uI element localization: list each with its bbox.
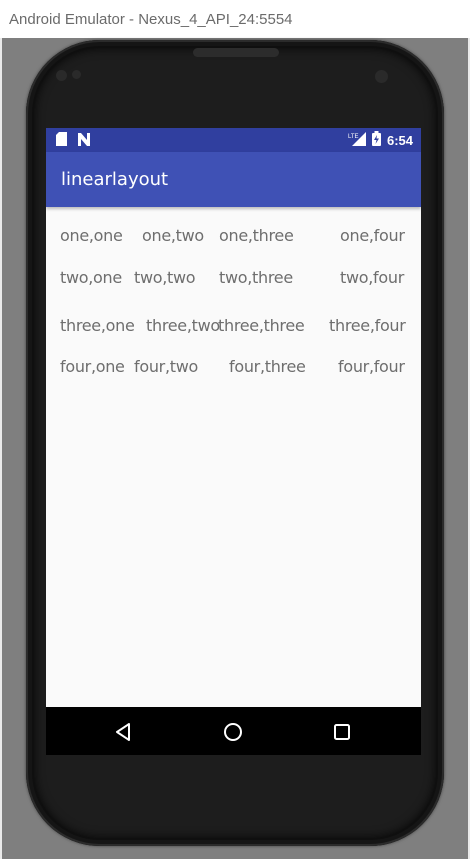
recents-icon bbox=[334, 724, 350, 740]
window-border-left bbox=[0, 38, 2, 859]
grid-cell-3-4: three,four bbox=[329, 316, 406, 335]
emulator-title-bar[interactable]: Android Emulator - Nexus_4_API_24:5554 bbox=[0, 0, 470, 38]
grid-cell-3-2: three,two bbox=[146, 316, 220, 335]
lte-label: LTE bbox=[348, 134, 359, 140]
back-icon bbox=[116, 723, 130, 741]
grid-cell-4-1: four,one bbox=[60, 357, 125, 376]
grid-cell-1-1: one,one bbox=[60, 226, 123, 245]
app-title: linearlayout bbox=[61, 169, 169, 190]
home-icon bbox=[224, 723, 242, 741]
app-bar: linearlayout bbox=[46, 152, 421, 207]
status-bar: LTE 6:54 bbox=[46, 128, 421, 152]
home-button[interactable] bbox=[220, 719, 246, 745]
grid-cell-2-4: two,four bbox=[340, 268, 404, 287]
grid-cell-2-2: two,two bbox=[134, 268, 196, 287]
front-camera-icon bbox=[56, 70, 67, 81]
grid-cell-3-1: three,one bbox=[60, 316, 135, 335]
lte-signal-icon: LTE bbox=[348, 131, 366, 150]
sd-card-icon bbox=[56, 131, 67, 150]
grid-cell-1-2: one,two bbox=[142, 226, 204, 245]
sensor-icon bbox=[72, 70, 81, 79]
battery-charging-icon bbox=[371, 130, 381, 150]
grid-cell-2-3: two,three bbox=[219, 268, 293, 287]
device-screen: LTE 6:54 linearlayout one,one one,two on… bbox=[46, 128, 421, 755]
grid-cell-1-3: one,three bbox=[219, 226, 294, 245]
grid-cell-4-2: four,two bbox=[134, 357, 198, 376]
grid-cell-3-3: three,three bbox=[218, 316, 305, 335]
grid-cell-2-1: two,one bbox=[60, 268, 122, 287]
recents-button[interactable] bbox=[329, 719, 355, 745]
grid-cell-4-4: four,four bbox=[338, 357, 405, 376]
window-title: Android Emulator - Nexus_4_API_24:5554 bbox=[9, 10, 293, 28]
grid-cell-4-3: four,three bbox=[229, 357, 306, 376]
back-button[interactable] bbox=[111, 719, 137, 745]
speaker-grille bbox=[193, 48, 279, 57]
grid-cell-1-4: one,four bbox=[340, 226, 405, 245]
proximity-sensor-icon bbox=[375, 70, 388, 83]
navigation-bar bbox=[46, 707, 421, 755]
notification-n-icon bbox=[77, 131, 91, 150]
status-time: 6:54 bbox=[386, 132, 413, 148]
